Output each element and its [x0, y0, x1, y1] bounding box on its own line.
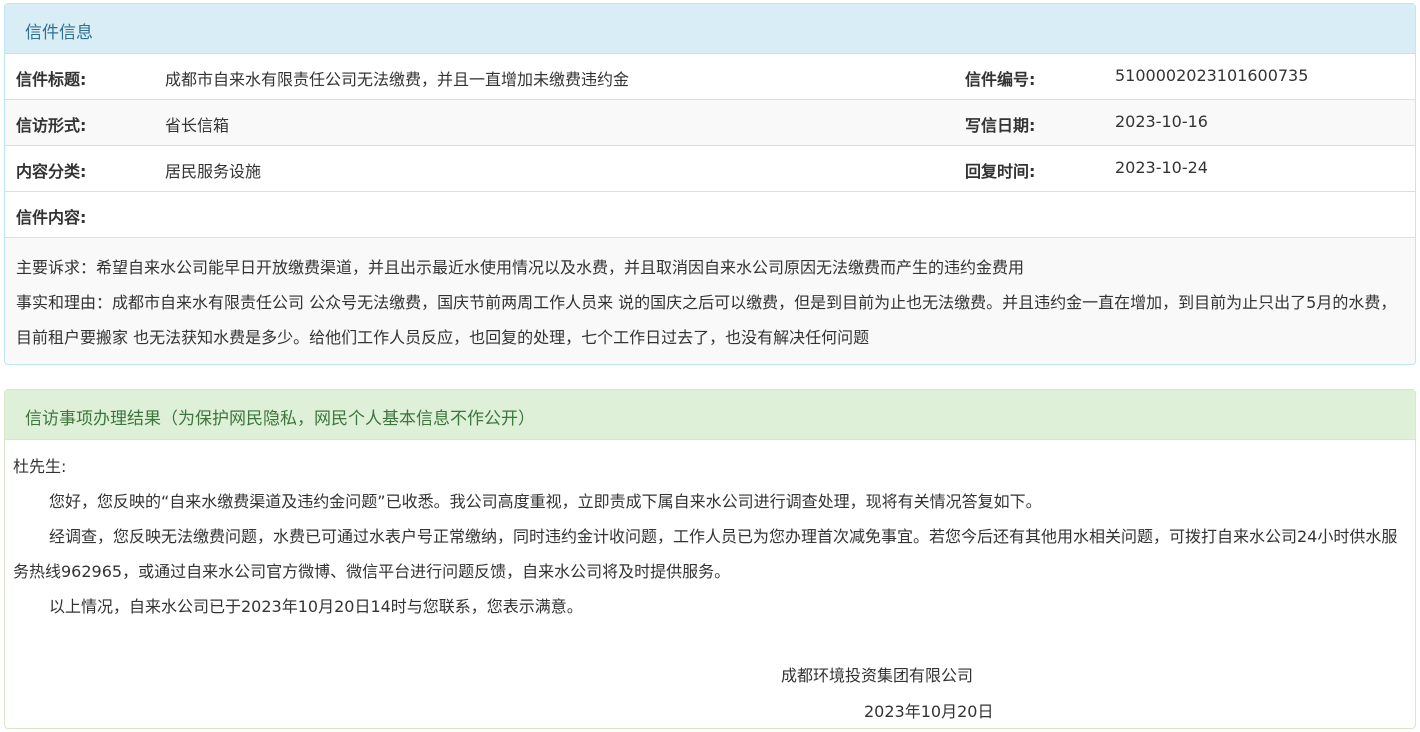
reply-paragraph: 您好，您反映的“自来水缴费渠道及违约金问题”已收悉。我公司高度重视，立即责成下属…: [49, 492, 1042, 511]
content-label: 信件内容:: [16, 208, 87, 227]
letter-row-category: 内容分类: 居民服务设施 回复时间: 2023-10-24: [5, 146, 1415, 192]
reply-paragraph: 以上情况，自来水公司已于2023年10月20日14时与您联系，您表示满意。: [49, 597, 583, 616]
category-value: 居民服务设施: [165, 162, 262, 181]
letter-number-label: 信件编号:: [965, 70, 1036, 89]
category-label: 内容分类:: [16, 162, 87, 181]
letter-title-value: 成都市自来水有限责任公司无法缴费，并且一直增加未缴费违约金: [165, 70, 630, 89]
letter-info-header: 信件信息: [5, 4, 1415, 54]
letter-title-label: 信件标题:: [16, 70, 87, 89]
signature-org: 成都环境投资集团有限公司: [781, 666, 974, 685]
letter-info-panel: 信件信息 信件标题: 成都市自来水有限责任公司无法缴费，并且一直增加未缴费违约金…: [4, 3, 1416, 365]
main-request-text: 主要诉求：希望自来水公司能早日开放缴费渠道，并且出示最近水使用情况以及水费，并且…: [16, 258, 1025, 277]
letter-number-value: 5100002023101600735: [1115, 66, 1309, 85]
result-panel: 信访事项办理结果（为保护网民隐私，网民个人基本信息不作公开） 杜先生: 您好，您…: [4, 389, 1416, 729]
write-date-label: 写信日期:: [965, 116, 1036, 135]
signature-date: 2023年10月20日: [864, 702, 994, 721]
reply-paragraph: 经调查，您反映无法缴费问题，水费已可通过水表户号正常缴纳，同时违约金计收问题，工…: [13, 527, 1398, 581]
letter-form-value: 省长信箱: [165, 116, 230, 135]
reply-salutation: 杜先生:: [13, 457, 67, 476]
facts-reasons-text: 事实和理由：成都市自来水有限责任公司 公众号无法缴费，国庆节前两周工作人员来 说…: [16, 293, 1397, 347]
write-date-value: 2023-10-16: [1115, 112, 1208, 131]
result-header: 信访事项办理结果（为保护网民隐私，网民个人基本信息不作公开）: [5, 390, 1415, 440]
letter-row-form: 信访形式: 省长信箱 写信日期: 2023-10-16: [5, 100, 1415, 146]
letter-content: 主要诉求：希望自来水公司能早日开放缴费渠道，并且出示最近水使用情况以及水费，并且…: [5, 238, 1415, 355]
letter-row-title: 信件标题: 成都市自来水有限责任公司无法缴费，并且一直增加未缴费违约金 信件编号…: [5, 54, 1415, 100]
reply-time-label: 回复时间:: [965, 162, 1036, 181]
letter-row-content-label: 信件内容:: [5, 192, 1415, 238]
letter-form-label: 信访形式:: [16, 116, 87, 135]
reply-time-value: 2023-10-24: [1115, 158, 1208, 177]
reply-body: 杜先生: 您好，您反映的“自来水缴费渠道及违约金问题”已收悉。我公司高度重视，立…: [5, 440, 1415, 624]
